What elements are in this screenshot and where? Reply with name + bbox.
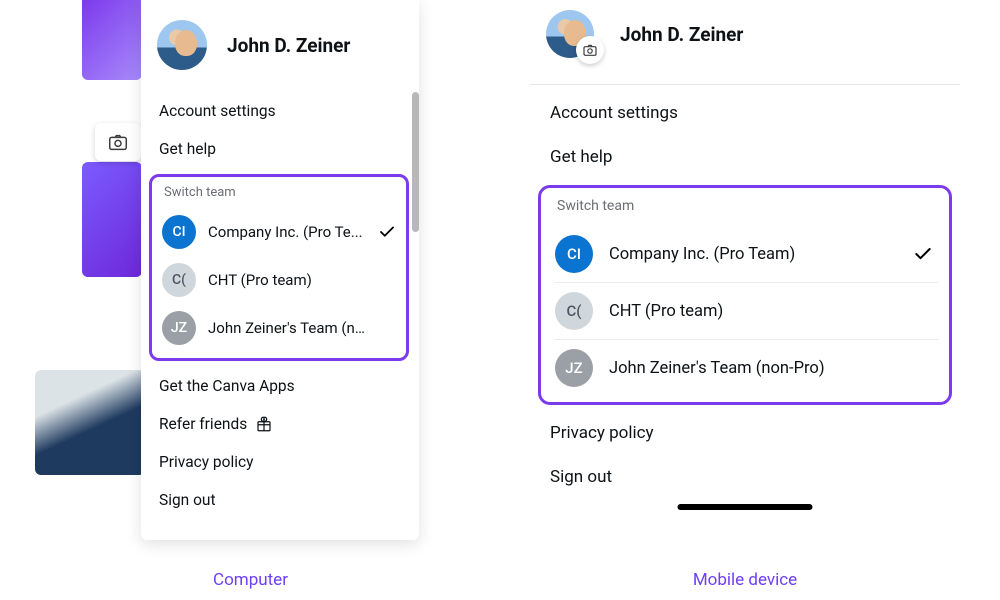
get-help[interactable]: Get help [141,130,419,168]
profile-name: John D. Zeiner [227,34,350,57]
switch-team-header: Switch team [162,185,404,208]
change-photo-button[interactable] [576,36,604,64]
bg-tile-3 [35,370,145,475]
privacy-label: Privacy policy [159,453,253,471]
team-row[interactable]: C( CHT (Pro team) [555,283,939,339]
team-badge: CI [162,215,196,249]
get-help[interactable]: Get help [530,135,960,179]
team-row[interactable]: CI Company Inc. (Pro Te... [162,208,404,256]
team-row[interactable]: JZ John Zeiner's Team (non-Pro) [555,340,939,396]
account-menu-desktop: John D. Zeiner Account settings Get help… [141,0,419,540]
refer-friends-label: Refer friends [159,415,247,433]
account-settings-label: Account settings [159,102,276,120]
account-settings[interactable]: Account settings [141,92,419,130]
get-help-label: Get help [550,147,612,167]
refer-friends[interactable]: Refer friends [141,405,419,443]
team-row[interactable]: CI Company Inc. (Pro Team) [555,226,939,282]
account-settings[interactable]: Account settings [530,91,960,135]
get-apps-label: Get the Canva Apps [159,377,295,395]
avatar [157,20,207,70]
switch-team-header: Switch team [555,198,939,226]
camera-icon [107,131,129,153]
home-indicator[interactable] [678,504,813,510]
privacy-policy[interactable]: Privacy policy [141,443,419,481]
team-badge: C( [162,263,196,297]
team-badge: CI [555,235,593,273]
sign-out-label: Sign out [159,491,216,509]
camera-icon [582,42,598,58]
switch-team-section: Switch team CI Company Inc. (Pro Team) C… [538,185,952,405]
divider [530,84,960,85]
check-icon [913,244,933,264]
caption-mobile: Mobile device [530,570,960,590]
bg-tile-2 [82,162,142,277]
gift-icon [255,415,273,433]
sign-out[interactable]: Sign out [141,481,419,519]
get-help-label: Get help [159,140,216,158]
sign-out[interactable]: Sign out [530,455,960,499]
profile-name: John D. Zeiner [620,23,743,46]
switch-team-section: Switch team CI Company Inc. (Pro Te... C… [149,174,409,361]
account-settings-label: Account settings [550,103,678,123]
team-name: CHT (Pro team) [208,271,366,289]
team-name: CHT (Pro team) [609,302,897,321]
team-name: John Zeiner's Team (n... [208,319,366,337]
team-badge: C( [555,292,593,330]
check-icon [378,223,398,241]
team-name: Company Inc. (Pro Te... [208,223,366,241]
profile-row[interactable]: John D. Zeiner [530,0,960,78]
privacy-label: Privacy policy [550,423,654,443]
profile-row[interactable]: John D. Zeiner [141,10,419,92]
team-row[interactable]: C( CHT (Pro team) [162,256,404,304]
team-badge: JZ [162,311,196,345]
scrollbar[interactable] [412,92,419,232]
team-badge: JZ [555,349,593,387]
caption-computer: Computer [82,570,419,590]
camera-tab[interactable] [95,123,141,161]
team-row[interactable]: JZ John Zeiner's Team (n... [162,304,404,352]
account-menu-mobile: John D. Zeiner Account settings Get help… [530,0,960,540]
team-name: John Zeiner's Team (non-Pro) [609,359,897,378]
bg-tile-1 [82,0,142,80]
team-name: Company Inc. (Pro Team) [609,245,897,264]
get-apps[interactable]: Get the Canva Apps [141,367,419,405]
avatar-wrap [546,10,594,58]
sign-out-label: Sign out [550,467,612,487]
privacy-policy[interactable]: Privacy policy [530,411,960,455]
